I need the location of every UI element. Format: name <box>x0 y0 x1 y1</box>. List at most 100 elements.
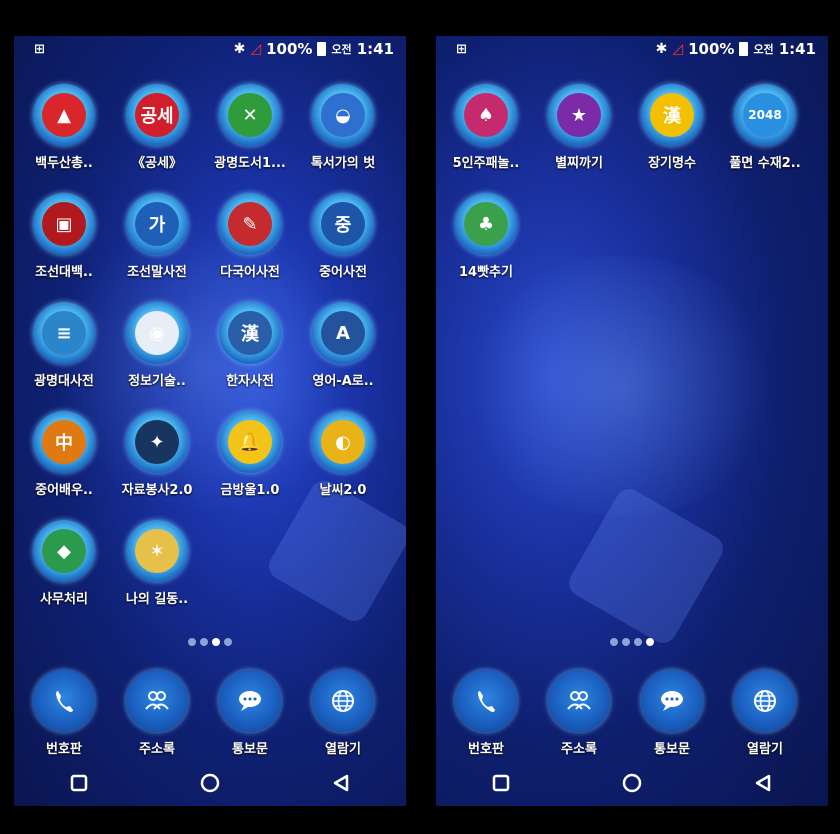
app-icon-button[interactable]: 중중어사전 <box>295 193 391 280</box>
app-glyph: A <box>321 311 365 355</box>
app-icon: ✦ <box>126 411 188 473</box>
app-glyph: ▲ <box>42 93 86 137</box>
dock-globe-button[interactable]: 열람기 <box>717 670 813 757</box>
app-icon: ✎ <box>219 193 281 255</box>
app-icon-button[interactable]: ◆ 사무처리 <box>16 520 112 607</box>
app-icon: 漢 <box>219 302 281 364</box>
app-icon-button[interactable]: 공세 《공세》 <box>109 84 205 171</box>
app-icon-button[interactable]: ✦ 자료봉사2.0 <box>109 411 205 498</box>
app-label: 광명도서1... <box>214 156 286 171</box>
app-label: 날씨2.0 <box>319 483 367 498</box>
app-glyph: 漢 <box>650 93 694 137</box>
app-icon-button[interactable]: 中 중어배우.. <box>16 411 112 498</box>
home-screen-page-4: ⊞ ✱ ◿ 100% 오전 1:41 ♠ 5인주패놀.. ★ 별찌까기 漢 장기명수 204… <box>436 36 828 806</box>
page-dot[interactable] <box>200 638 208 646</box>
app-icon-button[interactable]: 가 조선말사전 <box>109 193 205 280</box>
app-glyph: 중 <box>321 202 365 246</box>
home-icon[interactable] <box>612 763 652 803</box>
app-glyph: 漢 <box>228 311 272 355</box>
globe-icon <box>312 670 374 732</box>
page-dot[interactable] <box>610 638 618 646</box>
message-icon <box>641 670 703 732</box>
app-icon: ▣ <box>33 193 95 255</box>
app-glyph: ◉ <box>135 311 179 355</box>
app-icon: ★ <box>548 84 610 146</box>
app-icon-button[interactable]: ★ 별찌까기 <box>531 84 627 171</box>
page-dot[interactable] <box>212 638 220 646</box>
app-icon-button[interactable]: ≡ 광명대사전 <box>16 302 112 389</box>
dock-message-button[interactable]: 통보문 <box>624 670 720 757</box>
app-icon: ✶ <box>126 520 188 582</box>
qr-grid-icon: ⊞ <box>456 42 467 57</box>
page-dot[interactable] <box>634 638 642 646</box>
page-dot[interactable] <box>224 638 232 646</box>
page-indicator <box>436 638 828 646</box>
page-dot[interactable] <box>646 638 654 646</box>
app-icon: ≡ <box>33 302 95 364</box>
dock-phone-button[interactable]: 번호판 <box>438 670 534 757</box>
app-icon-button[interactable]: ◐ 날씨2.0 <box>295 411 391 498</box>
page-dot[interactable] <box>622 638 630 646</box>
app-glyph: ≡ <box>42 311 86 355</box>
app-glyph: ◐ <box>321 420 365 464</box>
back-icon[interactable] <box>743 763 783 803</box>
dock-label: 통보문 <box>654 742 690 757</box>
app-icon-button[interactable]: ✶ 나의 길동.. <box>109 520 205 607</box>
app-glyph: 中 <box>42 420 86 464</box>
app-label: 광명대사전 <box>34 374 94 389</box>
dock-label: 열람기 <box>325 742 361 757</box>
app-icon-button[interactable]: ✕ 광명도서1... <box>202 84 298 171</box>
back-icon[interactable] <box>321 763 361 803</box>
status-bar: ⊞ ✱ ◿ 100% 오전 1:41 <box>14 36 406 66</box>
recent-apps-icon[interactable] <box>59 763 99 803</box>
battery-icon <box>317 42 327 56</box>
page-dot[interactable] <box>188 638 196 646</box>
status-bar: ⊞ ✱ ◿ 100% 오전 1:41 <box>436 36 828 66</box>
app-icon-button[interactable]: 2048 풀면 수재2.. <box>717 84 813 171</box>
app-label: 중어배우.. <box>35 483 93 498</box>
app-icon: 漢 <box>641 84 703 146</box>
dock-message-button[interactable]: 통보문 <box>202 670 298 757</box>
app-label: 다국어사전 <box>220 265 280 280</box>
contacts-icon <box>548 670 610 732</box>
app-icon-button[interactable]: 🔔 금방울1.0 <box>202 411 298 498</box>
dock-contacts-button[interactable]: 주소록 <box>531 670 627 757</box>
recent-apps-icon[interactable] <box>481 763 521 803</box>
app-icon-button[interactable]: 漢 장기명수 <box>624 84 720 171</box>
app-label: 중어사전 <box>319 265 367 280</box>
dock-label: 열람기 <box>747 742 783 757</box>
app-label: 풀면 수재2.. <box>729 156 801 171</box>
app-glyph: ✎ <box>228 202 272 246</box>
app-glyph: ♣ <box>464 202 508 246</box>
phone-icon <box>455 670 517 732</box>
app-icon-button[interactable]: 漢 한자사전 <box>202 302 298 389</box>
app-icon-button[interactable]: ▲ 백두산총.. <box>16 84 112 171</box>
app-icon-button[interactable]: ♠ 5인주패놀.. <box>438 84 534 171</box>
dock-contacts-button[interactable]: 주소록 <box>109 670 205 757</box>
home-icon[interactable] <box>190 763 230 803</box>
app-icon-button[interactable]: ◒ 톡서가의 벗 <box>295 84 391 171</box>
app-icon: 중 <box>312 193 374 255</box>
app-glyph: ★ <box>557 93 601 137</box>
qr-grid-icon: ⊞ <box>34 42 45 57</box>
app-icon-button[interactable]: ✎ 다국어사전 <box>202 193 298 280</box>
app-icon: ◐ <box>312 411 374 473</box>
app-icon-button[interactable]: A 영어-A로.. <box>295 302 391 389</box>
app-label: 금방울1.0 <box>220 483 280 498</box>
app-glyph: ✦ <box>135 420 179 464</box>
app-glyph: 2048 <box>743 93 787 137</box>
home-screen-page-3: ⊞ ✱ ◿ 100% 오전 1:41 ▲ 백두산총.. 공세 《공세》 ✕ 광명도서1..… <box>14 36 406 806</box>
dock-phone-button[interactable]: 번호판 <box>16 670 112 757</box>
app-glyph: ✕ <box>228 93 272 137</box>
dock-label: 번호판 <box>468 742 504 757</box>
app-glyph: 가 <box>135 202 179 246</box>
ampm-label: 오전 <box>331 43 352 56</box>
app-icon-button[interactable]: ◉ 정보기술.. <box>109 302 205 389</box>
app-icon: ◆ <box>33 520 95 582</box>
app-icon-button[interactable]: ♣ 14빳추기 <box>438 193 534 280</box>
app-icon: ▲ <box>33 84 95 146</box>
navigation-bar <box>14 760 406 806</box>
app-icon: ♠ <box>455 84 517 146</box>
app-icon-button[interactable]: ▣ 조선대백.. <box>16 193 112 280</box>
dock-globe-button[interactable]: 열람기 <box>295 670 391 757</box>
